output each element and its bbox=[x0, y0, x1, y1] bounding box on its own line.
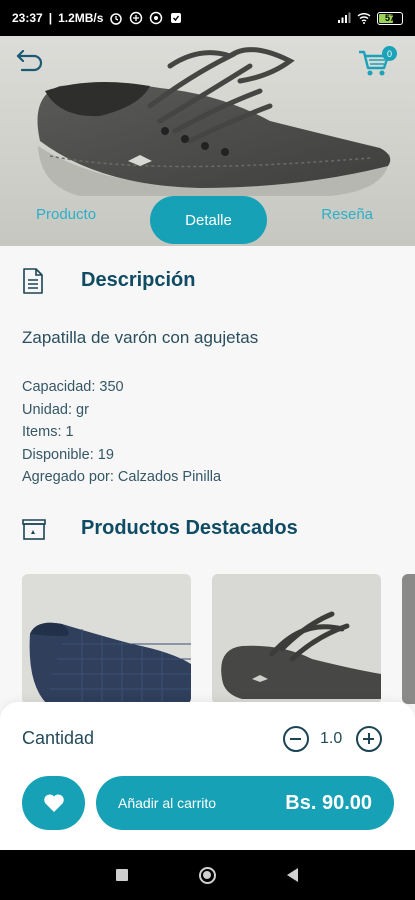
signal-icon bbox=[338, 12, 351, 23]
featured-product-card[interactable] bbox=[212, 574, 381, 704]
recents-icon[interactable] bbox=[116, 869, 128, 881]
status-left: 23:37 | 1.2MB/s bbox=[12, 11, 183, 25]
tab-detalle[interactable]: Detalle bbox=[150, 196, 267, 244]
quantity-increase-button[interactable] bbox=[356, 726, 382, 752]
cart-button[interactable]: 0 bbox=[357, 46, 397, 80]
app-screen: 0 Producto Detalle Reseña Descripción Za… bbox=[0, 36, 415, 850]
product-tabs: Producto Detalle Reseña bbox=[0, 196, 415, 246]
battery-text: 57 bbox=[384, 13, 395, 23]
product-thumbnail bbox=[212, 574, 381, 704]
quantity-decrease-button[interactable] bbox=[283, 726, 309, 752]
spec-unidad: Unidad: gr bbox=[22, 401, 89, 418]
description-title: Descripción bbox=[81, 269, 196, 291]
status-right: 57 bbox=[337, 11, 403, 25]
featured-title: Productos Destacados bbox=[81, 517, 298, 539]
status-time: 23:37 bbox=[12, 11, 43, 25]
product-hero: 0 Producto Detalle Reseña bbox=[0, 36, 415, 246]
home-icon[interactable] bbox=[199, 867, 216, 884]
add-to-cart-button[interactable]: Añadir al carrito Bs. 90.00 bbox=[96, 776, 394, 830]
status-speed: 1.2MB/s bbox=[58, 11, 104, 25]
status-divider: | bbox=[48, 11, 53, 25]
back-arrow-icon[interactable] bbox=[14, 50, 44, 74]
app-icon bbox=[150, 11, 163, 25]
product-thumbnail bbox=[22, 574, 191, 704]
quantity-label: Cantidad bbox=[22, 728, 95, 748]
spec-items: Items: 1 bbox=[22, 424, 74, 440]
wifi-icon bbox=[357, 12, 371, 24]
spec-agregado-por: Agregado por: Calzados Pinilla bbox=[22, 469, 222, 485]
store-icon bbox=[22, 519, 46, 540]
price-label: Bs. 90.00 bbox=[285, 791, 372, 814]
alarm-icon bbox=[110, 13, 123, 25]
back-icon[interactable] bbox=[287, 868, 298, 882]
tab-resena[interactable]: Reseña bbox=[321, 206, 373, 223]
spec-disponible: Disponible: 19 bbox=[22, 446, 114, 463]
favorite-button[interactable] bbox=[22, 776, 85, 830]
sync-icon bbox=[130, 11, 143, 25]
featured-product-card[interactable] bbox=[402, 574, 415, 704]
description-text: Zapatilla de varón con agujetas bbox=[22, 328, 259, 347]
spec-capacidad: Capacidad: 350 bbox=[22, 379, 124, 395]
quantity-value: 1.0 bbox=[320, 730, 343, 747]
battery-icon: 57 bbox=[377, 11, 403, 25]
cart-count-badge: 0 bbox=[382, 46, 397, 61]
system-nav-bar bbox=[0, 850, 415, 900]
shield-icon bbox=[171, 13, 182, 23]
heart-icon bbox=[43, 794, 64, 812]
status-bar: 23:37 | 1.2MB/s 57 bbox=[0, 0, 415, 36]
add-to-cart-label: Añadir al carrito bbox=[118, 795, 217, 811]
featured-product-card[interactable] bbox=[22, 574, 191, 704]
product-specs: Capacidad: 350 Unidad: gr Items: 1 Dispo… bbox=[22, 376, 221, 489]
document-icon bbox=[23, 268, 43, 294]
tab-producto[interactable]: Producto bbox=[36, 206, 96, 223]
purchase-panel: Cantidad 1.0 Añadir al carrito Bs. 90.00 bbox=[0, 702, 415, 850]
featured-products-row bbox=[22, 574, 415, 704]
